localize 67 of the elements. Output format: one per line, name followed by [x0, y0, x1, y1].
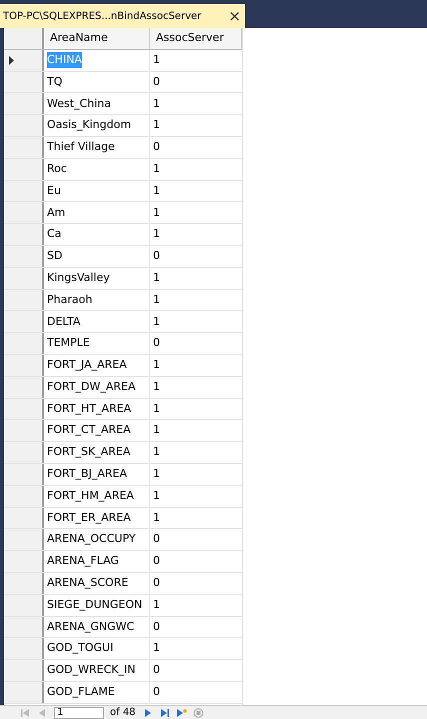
table-cell-text: SIEGE_DUNGEON	[47, 596, 142, 613]
table-cell-text: FORT_HT_AREA	[47, 400, 132, 417]
table-cell-text: 0	[153, 139, 160, 156]
tab-title: TOP-PC\SQLEXPRES...nBindAssocServer	[3, 10, 202, 24]
table-cell-text: 1	[153, 400, 160, 417]
table-cell-text: 1	[153, 596, 160, 613]
record-count: of 48	[110, 706, 136, 719]
table-cell-text: ARENA_FLAG	[47, 553, 119, 570]
table-cell-text: Oasis_Kingdom	[47, 117, 132, 134]
table-cell-text: 1	[153, 117, 160, 134]
table-cell-text: FORT_JA_AREA	[47, 357, 127, 374]
table-cell-text: 1	[153, 314, 160, 330]
column-header[interactable]: AreaName	[44, 28, 150, 49]
table-cell-text: KingsValley	[47, 270, 110, 286]
table-cell-text: ARENA_SCORE	[47, 575, 128, 592]
position-field[interactable]: 1	[54, 706, 104, 718]
table-cell-text: Am	[47, 204, 66, 221]
table-cell-text: FORT_HM_AREA	[47, 488, 134, 504]
table-cell-text: 0	[153, 335, 160, 352]
table-cell-text: 1	[153, 510, 160, 526]
table-cell-text: 0	[153, 553, 160, 570]
table-cell-text: GOD_WRECK_IN	[47, 662, 136, 678]
table-cell-text: 1	[153, 160, 160, 177]
table-cell-text: 1	[153, 466, 160, 482]
table-cell-text: ARENA_GNGWC	[47, 618, 134, 635]
table-cell-text: GOD_FLAME	[47, 684, 115, 700]
document-tab[interactable]: TOP-PC\SQLEXPRES...nBindAssocServer ×	[0, 4, 245, 28]
table-cell-text: 1	[153, 96, 160, 112]
table-cell-text: DELTA	[47, 314, 80, 330]
table-cell-text: FORT_DW_AREA	[47, 378, 136, 395]
table-cell-text: FORT_SK_AREA	[47, 444, 130, 460]
table-cell-text: 0	[153, 531, 160, 548]
table-cell: CHINA	[47, 52, 82, 68]
table-cell-text: GOD_TOGUI	[47, 640, 114, 656]
table-cell-text: ARENA_OCCUPY	[47, 531, 136, 548]
table-cell-text: 1	[153, 270, 160, 286]
table-cell-text: Ca	[47, 226, 62, 242]
table-cell-text: 1	[153, 226, 160, 242]
table-cell-text: 1	[153, 378, 160, 395]
table-cell-text: 0	[153, 662, 160, 678]
table-cell-text: Eu	[47, 182, 61, 199]
close-button[interactable]: ×	[226, 8, 243, 24]
table-cell-text: 1	[153, 488, 160, 504]
table-cell-text: 1	[153, 52, 160, 68]
table-cell-text: TQ	[47, 74, 62, 90]
table-cell-text: 0	[153, 618, 160, 635]
table-cell-text: 0	[153, 74, 160, 90]
column-header[interactable]: AssocServer	[150, 28, 242, 49]
table-cell-text: FORT_CT_AREA	[47, 422, 131, 438]
table-cell-text: 1	[153, 357, 160, 374]
table-cell-text: TEMPLE	[47, 335, 90, 352]
table-cell-text: 0	[153, 248, 160, 264]
table-cell-text: SD	[47, 248, 62, 264]
table-cell-text: 1	[153, 182, 160, 199]
table-cell-text: Thief Village	[47, 139, 115, 156]
table-cell-text: Pharaoh	[47, 292, 92, 308]
table-cell-text: 1	[153, 444, 160, 460]
table-cell-text: 0	[153, 684, 160, 700]
table-cell-text: FORT_ER_AREA	[47, 510, 131, 526]
table-cell-text: 1	[153, 204, 160, 221]
table-cell-text: West_China	[47, 96, 111, 112]
table-cell-text: 0	[153, 575, 160, 592]
table-cell-text: 1	[153, 292, 160, 308]
table-cell-text: Roc	[47, 160, 67, 177]
table-cell-text: 1	[153, 422, 160, 438]
table-cell-text: 1	[153, 640, 160, 656]
table-cell-text: FORT_BJ_AREA	[47, 466, 127, 482]
